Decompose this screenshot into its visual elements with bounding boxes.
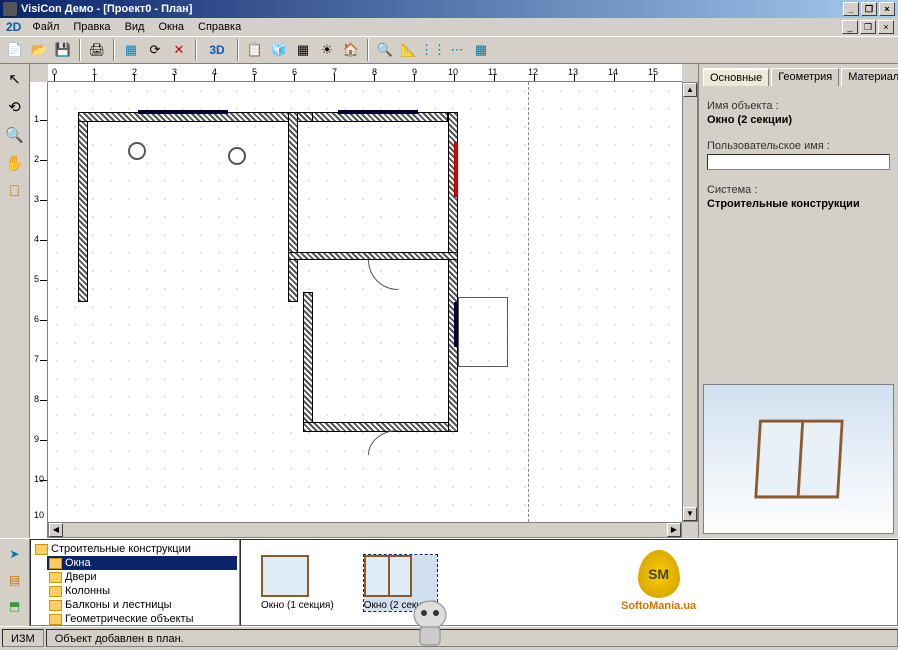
doc-maximize-button[interactable]: ❐ xyxy=(860,20,876,34)
left-toolbar: ↖ ⟲ 🔍 ✋ ⎕ xyxy=(0,64,30,538)
print-icon[interactable]: 🖨 xyxy=(86,39,108,61)
preview-window-icon xyxy=(754,420,843,499)
canvas-container: 0 1 2 3 4 5 6 7 8 9 10 11 12 13 14 15 1 … xyxy=(30,64,698,538)
select-tool-icon[interactable]: ↖ xyxy=(4,68,26,90)
horizontal-scrollbar[interactable]: ◀ ▶ xyxy=(48,522,682,538)
tree-item-columns[interactable]: Колонны xyxy=(47,584,237,598)
zoom-tool-icon[interactable]: 🔍 xyxy=(4,124,26,146)
menu-file[interactable]: Файл xyxy=(25,20,66,34)
tree-item-balconies[interactable]: Балконы и лестницы xyxy=(47,598,237,612)
menu-bar: 2D Файл Правка Вид Окна Справка _ ❐ × xyxy=(0,18,898,36)
lib-tool-c-icon[interactable]: ⬒ xyxy=(4,595,26,617)
lib-tool-a-icon[interactable]: ➤ xyxy=(4,543,26,565)
tree-item-doors[interactable]: Двери xyxy=(47,570,237,584)
scroll-up-icon[interactable]: ▲ xyxy=(683,83,697,97)
vertical-scrollbar[interactable]: ▲ ▼ xyxy=(682,82,698,522)
close-button[interactable]: × xyxy=(879,2,895,16)
snap-c-icon[interactable]: ▦ xyxy=(470,39,492,61)
selected-window-object[interactable] xyxy=(454,142,458,197)
tree-item-windows[interactable]: Окна xyxy=(47,556,237,570)
delete-icon[interactable]: ✕ xyxy=(168,39,190,61)
main-toolbar: 📄 📂 💾 🖨 ▦ ⟳ ✕ 3D 📋 🧊 ▦ ☀ 🏠 🔍 📐 ⋮⋮ ⋯ ▦ xyxy=(0,36,898,64)
scroll-left-icon[interactable]: ◀ xyxy=(49,523,63,537)
tab-geometry[interactable]: Геометрия xyxy=(771,68,839,86)
rotate-icon[interactable]: ⟳ xyxy=(144,39,166,61)
properties-panel: Основные Геометрия Материалы Имя объекта… xyxy=(698,64,898,538)
menu-windows[interactable]: Окна xyxy=(151,20,191,34)
rotate-tool-icon[interactable]: ⟲ xyxy=(4,96,26,118)
ruler-vertical: 1 2 3 4 5 6 7 8 9 10 10 xyxy=(30,82,48,538)
grid-icon[interactable]: ▦ xyxy=(292,39,314,61)
menu-view[interactable]: Вид xyxy=(118,20,152,34)
maximize-button[interactable]: ❐ xyxy=(861,2,877,16)
main-area: ↖ ⟲ 🔍 ✋ ⎕ 0 1 2 3 4 5 6 7 8 9 10 11 12 1… xyxy=(0,64,898,538)
window-2-section-icon xyxy=(364,555,412,597)
save-icon[interactable]: 💾 xyxy=(52,39,74,61)
doc-minimize-button[interactable]: _ xyxy=(842,20,858,34)
status-mode: ИЗМ xyxy=(2,629,44,647)
doc-close-button[interactable]: × xyxy=(878,20,894,34)
snap-a-icon[interactable]: ⋮⋮ xyxy=(422,39,444,61)
system-label: Система : xyxy=(707,184,890,196)
library-item-window-1[interactable]: Окно (1 секция) xyxy=(261,555,334,611)
object-name-label: Имя объекта : xyxy=(707,100,890,112)
app-icon xyxy=(3,2,17,16)
drawing-canvas[interactable] xyxy=(48,82,682,522)
lib-tool-b-icon[interactable]: ▤ xyxy=(4,569,26,591)
title-bar: VisiCon Демо - [Проект0 - План] _ ❐ × xyxy=(0,0,898,18)
tool-c-icon[interactable]: 🧊 xyxy=(268,39,290,61)
object-name-value: Окно (2 секции) xyxy=(707,114,890,126)
door-tool-icon[interactable]: ⎕ xyxy=(4,180,26,202)
user-name-input[interactable] xyxy=(707,154,890,170)
tool-a-icon[interactable]: ▦ xyxy=(120,39,142,61)
tool-b-icon[interactable]: 📋 xyxy=(244,39,266,61)
library-items: Окно (1 секция) Окно (2 секции) SM Softo… xyxy=(240,539,898,626)
tree-root[interactable]: Строительные конструкции xyxy=(33,542,237,556)
open-icon[interactable]: 📂 xyxy=(28,39,50,61)
menu-help[interactable]: Справка xyxy=(191,20,248,34)
window-title: VisiCon Демо - [Проект0 - План] xyxy=(21,3,192,15)
tool-d-icon[interactable]: ☀ xyxy=(316,39,338,61)
menu-edit[interactable]: Правка xyxy=(66,20,117,34)
minimize-button[interactable]: _ xyxy=(843,2,859,16)
column-object[interactable] xyxy=(228,147,246,165)
page-break-line xyxy=(528,82,529,522)
column-object[interactable] xyxy=(128,142,146,160)
tab-main[interactable]: Основные xyxy=(703,68,769,86)
library-toolbar: ➤ ▤ ⬒ xyxy=(0,539,30,626)
tool-g-icon[interactable]: 📐 xyxy=(398,39,420,61)
window-1-section-icon xyxy=(261,555,309,597)
tab-materials[interactable]: Материалы xyxy=(841,68,898,86)
system-value: Строительные конструкции xyxy=(707,198,890,210)
pan-tool-icon[interactable]: ✋ xyxy=(4,152,26,174)
snap-b-icon[interactable]: ⋯ xyxy=(446,39,468,61)
preview-3d-panel[interactable] xyxy=(703,384,894,534)
mode-3d-button[interactable]: 3D xyxy=(202,39,232,61)
library-tree[interactable]: Строительные конструкции Окна Двери Коло… xyxy=(30,539,240,626)
tool-f-icon[interactable]: 🔍 xyxy=(374,39,396,61)
scroll-down-icon[interactable]: ▼ xyxy=(683,507,697,521)
robot-mascot-icon xyxy=(400,595,460,650)
ruler-horizontal: 0 1 2 3 4 5 6 7 8 9 10 11 12 13 14 15 xyxy=(48,64,682,82)
status-message: Объект добавлен в план. xyxy=(46,629,898,647)
new-icon[interactable]: 📄 xyxy=(4,39,26,61)
user-name-label: Пользовательское имя : xyxy=(707,140,890,152)
tool-e-icon[interactable]: 🏠 xyxy=(340,39,362,61)
watermark: SM SoftoMania.ua xyxy=(621,550,696,612)
scroll-right-icon[interactable]: ▶ xyxy=(667,523,681,537)
shield-icon: SM xyxy=(638,550,680,598)
mode-2d-indicator[interactable]: 2D xyxy=(2,20,25,34)
balcony-object[interactable] xyxy=(458,297,508,367)
tree-item-geom[interactable]: Геометрические объекты xyxy=(47,612,237,626)
